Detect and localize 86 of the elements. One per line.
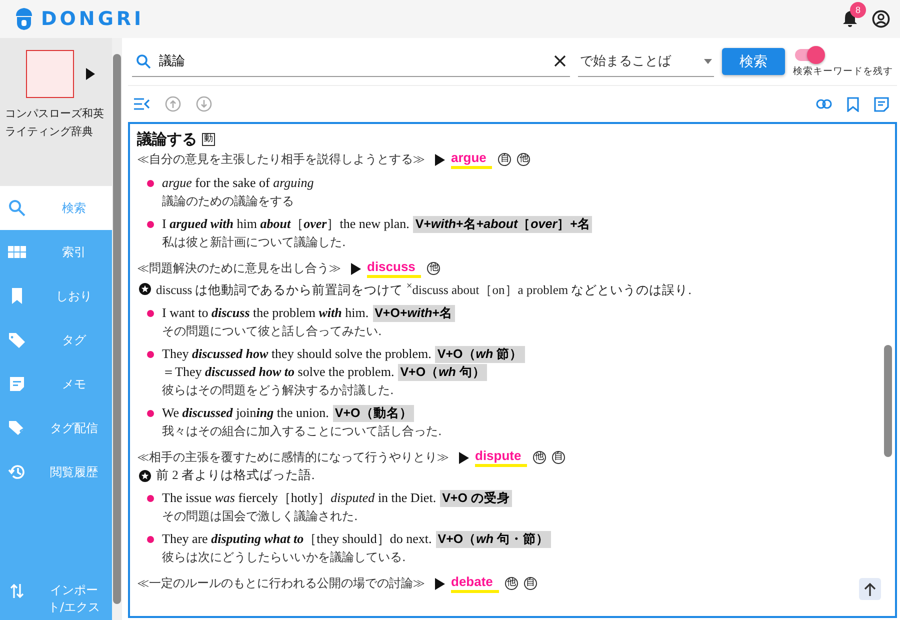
toggle-switch[interactable]	[795, 48, 823, 60]
pattern-label: V+O（wh 句・節）	[436, 530, 551, 548]
sense-gloss: ≪問題解決のために意見を出し合う≫	[137, 260, 341, 277]
close-icon[interactable]	[554, 55, 566, 67]
part-of-speech-label: 動	[202, 132, 215, 146]
acorn-logo-icon	[13, 7, 35, 31]
verb-type-label: 他	[533, 451, 546, 464]
example-sentence: We discussed joining the union.	[162, 404, 329, 422]
up-arrow-icon	[864, 582, 876, 596]
star-icon	[139, 470, 151, 482]
collapse-list-icon[interactable]	[134, 98, 150, 110]
english-word-link[interactable]: dispute	[475, 448, 528, 468]
sense-gloss: ≪自分の意見を主張したり相手を説得しようとする≫	[137, 151, 425, 168]
bullet-icon	[147, 495, 154, 502]
bullet-icon	[147, 310, 154, 318]
bullet-icon	[147, 221, 154, 228]
search-field[interactable]: 議論	[157, 52, 548, 70]
pattern-label: V+O+with+名	[372, 304, 455, 322]
headword: 議論する	[137, 130, 197, 148]
example-sentence: They discussed how they should solve the problem.	[162, 345, 432, 364]
note-icon[interactable]	[874, 96, 889, 112]
play-icon	[435, 578, 445, 590]
verb-type-label: 他	[517, 153, 530, 166]
example-sentence: I argued with him about［over］the new plan.	[162, 215, 410, 233]
translation: その問題について彼と話し合ってみたい.	[162, 323, 383, 340]
swap-arrows-icon	[8, 582, 26, 600]
verb-type-label: 他	[427, 262, 440, 275]
caret-icon	[704, 58, 712, 64]
usage-note: 前 2 者よりは格式ばった語.	[156, 467, 315, 484]
sense-gloss: ≪相手の主張を覆すために感情的になって行うやりとり≫	[137, 449, 449, 466]
example-sentence: I want to discuss the problem with him.	[162, 304, 369, 322]
toggle-label: 検索キーワードを残す	[793, 64, 893, 78]
verb-type-label: 他	[504, 577, 518, 590]
notification-badge: 8	[850, 2, 866, 18]
pattern-label: V+O の受身	[440, 490, 512, 507]
english-word-link[interactable]: discuss	[367, 259, 422, 278]
search-icon	[8, 199, 26, 217]
sidebar-item[interactable]: 検索	[0, 186, 112, 230]
bullet-icon	[147, 536, 154, 544]
usage-note: discuss は他動詞であるから前置詞をつけて $^{×}$discuss about［on］a problem などというのは誤り.	[156, 280, 692, 300]
verb-type-label: 自	[552, 451, 566, 464]
bullet-icon	[147, 410, 154, 418]
notification-button[interactable]: 8	[842, 2, 866, 28]
translation: 彼らは次にどうしたらいいかを議論している.	[162, 549, 407, 566]
history-icon	[8, 463, 26, 481]
example-sentence: ＝They discussed how to solve the problem.	[162, 363, 394, 382]
play-icon[interactable]	[86, 68, 95, 80]
translation: 私は彼と新計画について議論した.	[162, 234, 347, 251]
translation: 彼らはその問題をどう解決するか討議した.	[162, 382, 395, 400]
english-word-link[interactable]: debate	[451, 574, 499, 594]
example-sentence: They are disputing what to［they should］do next.	[162, 530, 432, 548]
play-icon	[435, 154, 445, 166]
verb-type-label: 自	[524, 577, 537, 590]
pattern-label: V+O（動名）	[332, 404, 414, 422]
star-icon	[139, 282, 151, 295]
bookmark-icon[interactable]	[847, 96, 859, 112]
scroll-to-top-button[interactable]	[859, 578, 881, 600]
search-button[interactable]: 検索	[722, 48, 785, 75]
account-icon[interactable]	[872, 10, 890, 28]
translation: 議論のための議論をする	[162, 193, 295, 210]
bullet-icon	[147, 180, 154, 187]
pattern-label: V+O（wh 節）	[435, 346, 525, 363]
grid-icon	[8, 243, 26, 261]
example-sentence: argue for the sake of arguing	[162, 174, 314, 192]
english-word-link[interactable]: argue	[451, 150, 492, 169]
translation: その問題は国会で激しく議論された.	[162, 508, 359, 526]
dictionary-panel[interactable]: コンパスローズ和英ライティング辞典	[0, 38, 112, 186]
note-icon	[8, 375, 26, 393]
pattern-label: V+with+名+about［over］+名	[413, 216, 592, 232]
mode-dropdown[interactable]: で始まることば	[578, 46, 714, 76]
book-cover-placeholder	[26, 50, 74, 98]
tag-icon	[8, 331, 26, 349]
brand-name: DONGRI	[41, 8, 144, 30]
search-icon	[136, 54, 151, 68]
tag-share-icon	[8, 419, 26, 437]
verb-type-label: 自	[498, 153, 512, 166]
example-sentence: The issue was fiercely［hotly］disputed in the Diet.	[162, 489, 436, 508]
play-icon	[351, 262, 361, 274]
bullet-icon	[147, 351, 154, 358]
dictionary-title: コンパスローズ和英ライティング辞典	[5, 106, 105, 140]
sense-gloss: ≪一定のルールのもとに行われる公開の場での討論≫	[137, 575, 425, 592]
link-icon[interactable]	[816, 99, 832, 109]
pattern-label: V+O（wh 句）	[398, 364, 488, 381]
sidebar-scrollbar[interactable]	[112, 38, 122, 620]
translation: 我々はその組合に加入することについて話し合った.	[162, 423, 442, 440]
play-icon	[459, 452, 469, 464]
